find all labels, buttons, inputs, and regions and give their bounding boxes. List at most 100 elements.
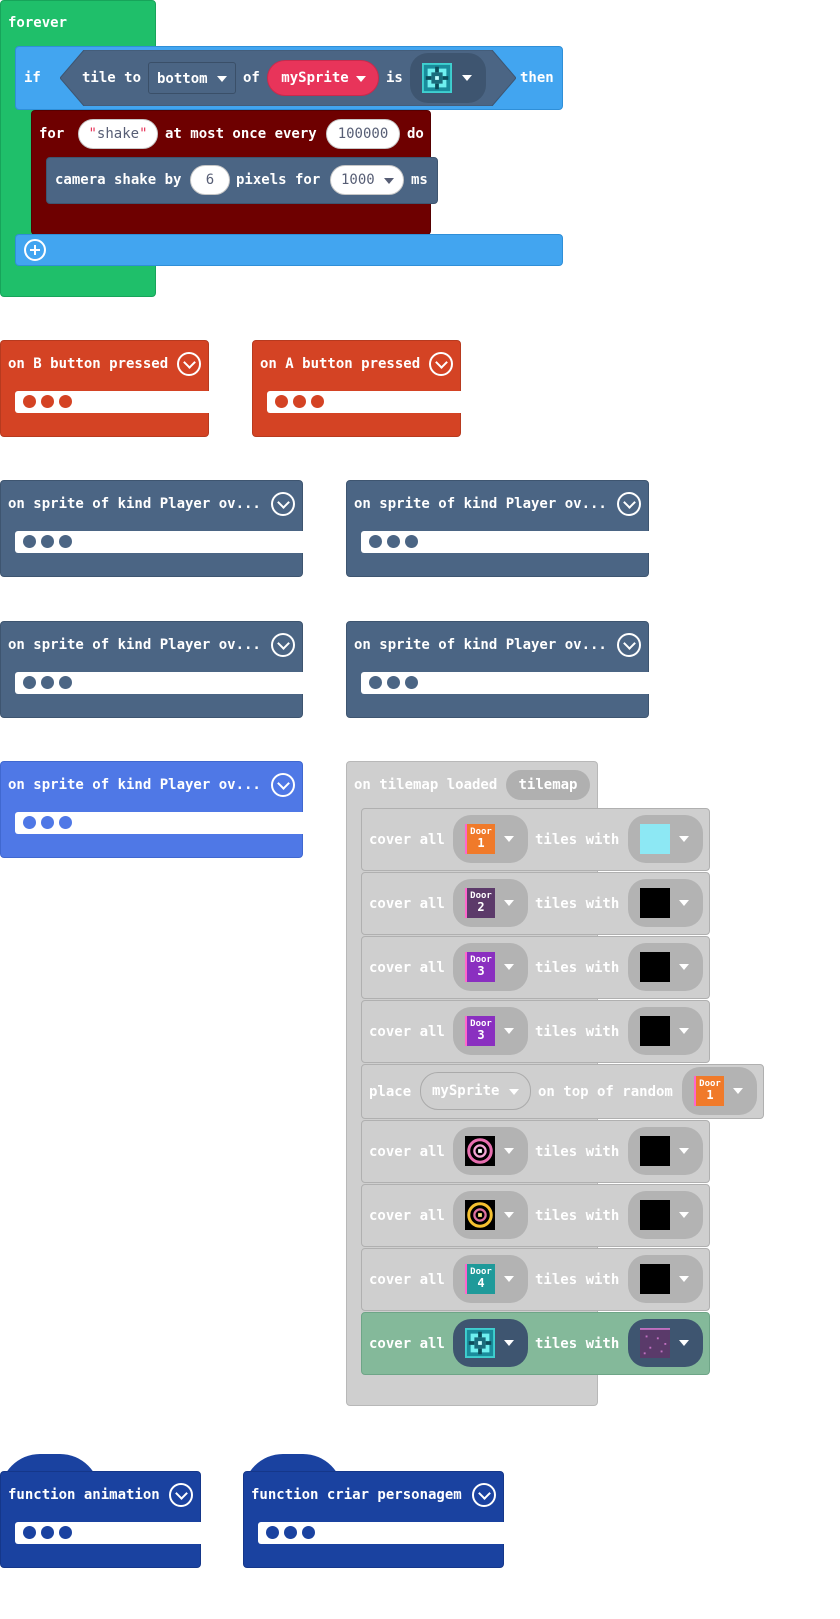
tile-picker[interactable] xyxy=(628,1191,703,1239)
on-b-button-block[interactable] xyxy=(0,340,209,437)
yellow-swirl-tile-icon xyxy=(465,1200,495,1230)
overlap-event-block-selected[interactable] xyxy=(0,761,303,858)
tile-picker[interactable] xyxy=(628,1007,703,1055)
ellipsis-icon xyxy=(266,1526,315,1539)
add-else-icon[interactable] xyxy=(24,239,46,261)
door-tile-icon: Door 2 xyxy=(465,888,495,918)
tile-picker[interactable] xyxy=(453,1319,528,1367)
ellipsis-icon xyxy=(23,395,72,408)
tile-picker[interactable] xyxy=(453,1191,528,1239)
forever-label: forever xyxy=(8,15,68,31)
chevron-down-icon xyxy=(679,1340,689,1346)
cover-all-label: cover all xyxy=(369,1144,445,1160)
tilemap-param-value: tilemap xyxy=(518,777,578,793)
function-animation-block[interactable] xyxy=(0,1471,201,1568)
function-criar-personagem-block[interactable] xyxy=(243,1471,504,1568)
tile-picker[interactable]: Door 4 xyxy=(453,1255,528,1303)
throttle-key-value: shake xyxy=(96,126,140,142)
place-sprite-value: mySprite xyxy=(432,1083,500,1099)
on-a-button-block[interactable] xyxy=(252,340,461,437)
overlap-event-block[interactable] xyxy=(0,480,303,577)
collapse-chevron-icon[interactable] xyxy=(271,773,295,797)
tile-picker[interactable]: Door 3 xyxy=(453,943,528,991)
tile-picker[interactable]: Door 2 xyxy=(453,879,528,927)
shake-amount-input[interactable]: 6 xyxy=(190,165,230,195)
chevron-down-icon xyxy=(462,75,472,81)
cover-all-label: cover all xyxy=(369,1024,445,1040)
black-tile-icon xyxy=(640,952,670,982)
chevron-down-icon xyxy=(504,900,514,906)
tiles-with-label: tiles with xyxy=(535,1272,620,1288)
duration-dropdown[interactable]: 1000 xyxy=(330,165,404,195)
black-tile-icon xyxy=(640,1016,670,1046)
tile-picker[interactable] xyxy=(628,1255,703,1303)
function-animation-label: function animation xyxy=(8,1487,160,1503)
tile-picker[interactable] xyxy=(410,53,486,103)
tile-picker[interactable] xyxy=(628,1127,703,1175)
tile-picker[interactable] xyxy=(628,1319,703,1367)
overlap-event-block[interactable] xyxy=(346,621,649,718)
chevron-down-icon xyxy=(679,836,689,842)
door-number: 4 xyxy=(477,1276,485,1290)
throttle-key-open-quote: " xyxy=(88,126,97,142)
collapse-chevron-icon[interactable] xyxy=(472,1483,496,1507)
ellipsis-icon xyxy=(369,535,418,548)
tile-picker[interactable]: Door 3 xyxy=(453,1007,528,1055)
chevron-down-icon xyxy=(504,836,514,842)
tilemap-param[interactable]: tilemap xyxy=(506,770,590,800)
door-number: 1 xyxy=(477,836,485,850)
tile-picker[interactable] xyxy=(628,815,703,863)
throttle-key-input[interactable]: " shake " xyxy=(78,119,158,149)
collapse-chevron-icon[interactable] xyxy=(169,1483,193,1507)
black-tile-icon xyxy=(640,888,670,918)
chevron-down-icon xyxy=(217,76,227,82)
chevron-down-icon xyxy=(504,1276,514,1282)
on-tilemap-loaded-label: on tilemap loaded xyxy=(354,777,498,793)
tile-picker[interactable] xyxy=(628,879,703,927)
chevron-down-icon xyxy=(733,1088,743,1094)
pink-swirl-tile-icon xyxy=(465,1136,495,1166)
door-tile-icon: Door 3 xyxy=(465,1016,495,1046)
chevron-down-icon xyxy=(504,964,514,970)
tile-picker[interactable]: Door 1 xyxy=(453,815,528,863)
cover-all-label: cover all xyxy=(369,960,445,976)
chevron-down-icon xyxy=(679,964,689,970)
cover-all-label: cover all xyxy=(369,1336,445,1352)
interval-input[interactable]: 100000 xyxy=(326,119,400,149)
on-a-button-label: on A button pressed xyxy=(260,356,421,372)
chevron-down-icon xyxy=(509,1089,519,1095)
tiles-with-label: tiles with xyxy=(535,832,620,848)
door-tile-icon: Door 1 xyxy=(465,824,495,854)
tile-picker[interactable] xyxy=(453,1127,528,1175)
place-sprite-dropdown[interactable]: mySprite xyxy=(420,1072,531,1110)
collapse-chevron-icon[interactable] xyxy=(429,352,453,376)
on-b-button-label: on B button pressed xyxy=(8,356,169,372)
collapse-chevron-icon[interactable] xyxy=(271,633,295,657)
for-label: for xyxy=(39,126,65,142)
sprite-dropdown[interactable]: mySprite xyxy=(267,60,379,96)
tile-picker[interactable] xyxy=(628,943,703,991)
tile-picker[interactable]: Door 1 xyxy=(682,1067,757,1115)
if-label: if xyxy=(24,70,41,86)
camera-shake-label: camera shake by xyxy=(55,172,182,188)
collapse-chevron-icon[interactable] xyxy=(617,633,641,657)
chevron-down-icon xyxy=(679,900,689,906)
chevron-down-icon xyxy=(679,1148,689,1154)
collapse-chevron-icon[interactable] xyxy=(177,352,201,376)
plus-vertical xyxy=(34,245,36,255)
collapse-chevron-icon[interactable] xyxy=(271,492,295,516)
overlap-event-block[interactable] xyxy=(346,480,649,577)
door-tile-icon: Door 4 xyxy=(465,1264,495,1294)
black-tile-icon xyxy=(640,1200,670,1230)
pixels-for-label: pixels for xyxy=(236,172,321,188)
chevron-down-icon xyxy=(504,1148,514,1154)
overlap-event-block[interactable] xyxy=(0,621,303,718)
chevron-down-icon xyxy=(356,76,366,82)
of-label: of xyxy=(243,70,260,86)
ellipsis-icon xyxy=(23,816,72,829)
collapse-chevron-icon[interactable] xyxy=(617,492,641,516)
chevron-down-icon xyxy=(504,1212,514,1218)
portal-tile-icon xyxy=(465,1328,495,1358)
direction-dropdown[interactable]: bottom xyxy=(148,62,236,94)
overlap-event-label: on sprite of kind Player ov... xyxy=(354,637,607,653)
